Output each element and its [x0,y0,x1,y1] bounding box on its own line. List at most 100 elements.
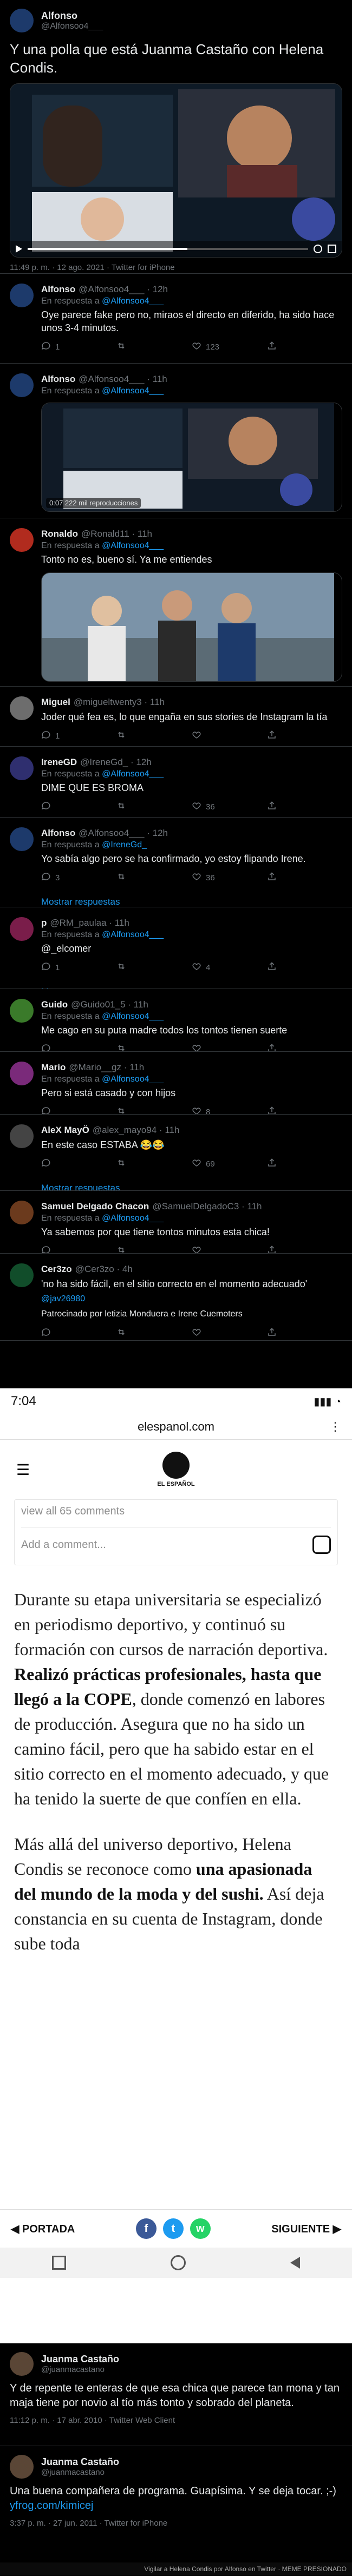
add-comment[interactable]: Add a comment... [21,1539,106,1551]
author-name[interactable]: IreneGD [41,757,77,767]
author-handle[interactable]: @Guido01_5 [71,999,125,1010]
avatar[interactable] [10,827,34,851]
home-icon[interactable] [171,2255,186,2270]
reply-button[interactable] [41,801,116,813]
reply-tweet[interactable]: Ronaldo@Ronald11 · 11hEn respuesta a @Al… [0,518,352,687]
tweet-time[interactable]: 11h [138,529,152,539]
author-name[interactable]: Juanma Castaño [41,2354,119,2365]
retweet-button[interactable] [116,1327,192,1339]
reply-to-handle[interactable]: @IreneGd_ [102,840,147,849]
show-replies-link[interactable]: Mostrar respuestas [0,1175,352,1191]
view-all-comments[interactable]: view all 65 comments [21,1505,331,1518]
author-name[interactable]: AleX MayÖ [41,1125,89,1135]
share-button[interactable] [267,1106,342,1115]
like-button[interactable] [192,1043,267,1052]
reply-button[interactable] [41,1158,116,1170]
like-button[interactable] [192,1327,267,1339]
retweet-button[interactable] [116,730,192,742]
author-name[interactable]: Miguel [41,697,70,707]
facebook-icon[interactable]: f [136,2218,157,2239]
author-name[interactable]: Juanma Castaño [41,2456,119,2468]
reply-button[interactable]: 1 [41,730,116,742]
tweet-time[interactable]: 12h [153,828,168,838]
author-handle[interactable]: @juanmacastano [41,2468,119,2477]
url-text[interactable]: elespanol.com [138,1420,214,1434]
avatar[interactable] [10,9,34,32]
instagram-icon[interactable] [312,1536,331,1554]
author-name[interactable]: p [41,918,47,928]
tweet-time[interactable]: 12h [136,757,151,767]
reply-tweet[interactable]: Mario@Mario__gz · 11hEn respuesta a @Alf… [0,1052,352,1115]
tweet-time[interactable]: 11h [247,1201,262,1211]
like-button[interactable]: 69 [192,1158,267,1170]
avatar[interactable] [10,999,34,1023]
reply-to-handle[interactable]: @Alfonsoo4___ [102,930,164,939]
author-handle[interactable]: @juanmacastano [41,2365,119,2374]
author-name[interactable]: Alfonso [41,374,75,384]
reply-to-handle[interactable]: @Alfonsoo4___ [102,1214,164,1223]
twitter-icon[interactable]: t [163,2218,184,2239]
show-replies-link[interactable]: Mostrar respuestas [0,889,352,907]
tweet-meta[interactable]: 3:37 p. m. · 27 jun. 2011 · Twitter for … [10,2519,342,2528]
author-handle[interactable]: @Alfonsoo4___ [79,374,144,384]
reply-tweet[interactable]: IreneGD@IreneGd_ · 12hEn respuesta a @Al… [0,747,352,818]
tweet-link[interactable]: yfrog.com/kimicej [10,2500,93,2512]
like-button[interactable]: 123 [192,341,267,353]
reply-to-handle[interactable]: @Alfonsoo4___ [102,1075,164,1084]
reply-tweet[interactable]: Miguel@migueltwenty3 · 11hJoder qué fea … [0,687,352,747]
like-button[interactable] [192,1245,267,1254]
reply-tweet[interactable]: Alfonso@Alfonsoo4___ · 12hEn respuesta a… [0,818,352,907]
whatsapp-icon[interactable]: w [190,2218,211,2239]
tweet-time[interactable]: 11h [150,697,165,707]
tweet-time[interactable]: 4h [122,1264,133,1274]
author-handle[interactable]: @alex_mayo94 [93,1125,157,1135]
tweet-meta[interactable]: 11:12 p. m. · 17 abr. 2010 · Twitter Web… [10,2416,342,2425]
siguiente-button[interactable]: SIGUIENTE ▶ [271,2222,341,2236]
author-handle[interactable]: @Alfonsoo4___ [41,22,103,31]
video-player[interactable] [10,83,342,258]
retweet-button[interactable] [116,801,192,813]
settings-icon[interactable] [314,245,322,253]
tweet-time[interactable]: 12h [153,284,168,294]
reply-button[interactable]: 3 [41,872,116,884]
avatar[interactable] [10,284,34,307]
retweet-button[interactable] [116,1106,192,1115]
share-button[interactable] [267,872,342,884]
author-name[interactable]: Ronaldo [41,529,78,539]
avatar[interactable] [10,1201,34,1224]
author-name[interactable]: Alfonso [41,10,103,22]
avatar[interactable] [10,756,34,780]
reply-tweet[interactable]: AleX MayÖ@alex_mayo94 · 11hEn este caso … [0,1115,352,1191]
author-name[interactable]: Alfonso [41,828,75,838]
show-replies-link[interactable]: Mostrar respuestas [0,979,352,989]
reply-to-handle[interactable]: @Alfonsoo4___ [102,297,164,306]
avatar[interactable] [10,1062,34,1085]
share-button[interactable] [267,1245,342,1254]
author-handle[interactable]: @RM_paulaa [50,918,106,928]
tweet-time[interactable]: 11h [134,999,148,1010]
tweet-time[interactable]: 11h [129,1062,144,1072]
share-button[interactable] [267,1327,342,1339]
retweet-button[interactable] [116,961,192,973]
avatar[interactable] [10,696,34,720]
avatar[interactable] [10,2352,34,2376]
reply-tweet[interactable]: Guido@Guido01_5 · 11hEn respuesta a @Alf… [0,989,352,1052]
share-button[interactable] [267,801,342,813]
reply-button[interactable] [41,1327,116,1339]
author-handle[interactable]: @Alfonsoo4___ [79,284,144,294]
author-handle[interactable]: @SamuelDelgadoC3 [152,1201,239,1211]
author-name[interactable]: Mario [41,1062,66,1072]
reply-button[interactable] [41,1106,116,1115]
url-bar[interactable]: elespanol.com ⋮ [0,1414,352,1440]
reply-tweet[interactable]: Alfonso@Alfonsoo4___ · 12hEn respuesta a… [0,274,352,364]
reply-button[interactable]: 1 [41,961,116,973]
reply-button[interactable] [41,1043,116,1052]
play-icon[interactable] [16,245,22,253]
author-name[interactable]: Alfonso [41,284,75,294]
avatar[interactable] [10,528,34,552]
share-button[interactable] [267,1043,342,1052]
share-icon[interactable]: ⋮ [329,1420,341,1434]
author-handle[interactable]: @IreneGd_ [80,757,128,767]
menu-icon[interactable]: ☰ [16,1461,30,1479]
avatar[interactable] [10,373,34,397]
